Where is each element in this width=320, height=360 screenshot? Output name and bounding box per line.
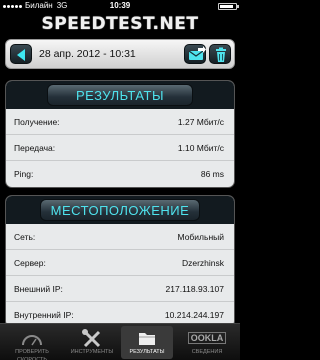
location-panel: МЕСТОПОЛОЖЕНИЕ Сеть: Мобильный Сервер: D… (5, 195, 235, 328)
delete-button[interactable] (209, 44, 231, 64)
result-row-ping: Ping: 86 ms (6, 161, 234, 187)
share-email-button[interactable] (184, 44, 206, 64)
ookla-logo-text: OOKLA (187, 332, 227, 344)
tab-label: ИНСТРУМЕНТЫ (70, 349, 114, 355)
folder-icon (139, 333, 155, 345)
tab-info[interactable]: OOKLA СВЕДЕНИЯ (182, 326, 232, 359)
row-label: Внешний IP: (14, 283, 63, 294)
trash-icon (216, 47, 226, 62)
tools-icon (82, 329, 101, 348)
location-row-server: Сервер: Dzerzhinsk (6, 250, 234, 276)
speedtest-logo: SPEEDTEST.NET (41, 14, 199, 34)
result-row-download: Получение: 1.27 Мбит/с (6, 109, 234, 135)
row-value: 1.10 Мбит/с (177, 142, 224, 153)
result-date-bar: 28 апр. 2012 - 10:31 (5, 39, 235, 69)
row-value: 217.118.93.107 (165, 283, 224, 294)
tab-label: СВЕДЕНИЯ (191, 349, 223, 355)
result-datetime: 28 апр. 2012 - 10:31 (39, 48, 136, 60)
row-value: Мобильный (177, 231, 224, 242)
row-value: 1.27 Мбит/с (177, 116, 224, 127)
tab-bar: ПРОВЕРИТЬ СКОРОСТЬ ИНСТРУМЕНТЫ РЕЗУЛЬТАТ… (0, 323, 240, 360)
location-title: МЕСТОПОЛОЖЕНИЕ (50, 202, 190, 218)
tab-tools[interactable]: ИНСТРУМЕНТЫ (67, 326, 117, 359)
location-row-external-ip: Внешний IP: 217.118.93.107 (6, 276, 234, 302)
results-panel: РЕЗУЛЬТАТЫ Получение: 1.27 Мбит/с Переда… (5, 80, 235, 188)
result-row-upload: Передача: 1.10 Мбит/с (6, 135, 234, 161)
back-button[interactable] (10, 44, 32, 64)
battery-icon (218, 3, 239, 10)
results-header: РЕЗУЛЬТАТЫ (6, 81, 234, 109)
ookla-logo-icon: OOKLA (182, 328, 232, 348)
row-value: Dzerzhinsk (181, 257, 224, 268)
tab-speed-test[interactable]: ПРОВЕРИТЬ СКОРОСТЬ (7, 326, 57, 360)
row-value: 86 ms (200, 169, 224, 179)
row-value: 10.214.244.197 (164, 310, 224, 320)
tab-label: ПРОВЕРИТЬ СКОРОСТЬ (15, 349, 49, 360)
location-header: МЕСТОПОЛОЖЕНИЕ (6, 196, 234, 224)
app-header: SPEEDTEST.NET (0, 12, 240, 37)
tab-results[interactable]: РЕЗУЛЬТАТЫ (121, 326, 173, 359)
row-label: Передача: (14, 142, 56, 153)
row-label: Внутренний IP: (14, 310, 74, 320)
tab-label: РЕЗУЛЬТАТЫ (129, 349, 165, 355)
status-bar: Билайн 3G 10:39 (0, 0, 240, 12)
status-time: 10:39 (109, 1, 131, 10)
row-label: Получение: (14, 116, 60, 127)
results-title: РЕЗУЛЬТАТЫ (76, 87, 164, 103)
envelope-icon (188, 46, 206, 60)
row-label: Сеть: (14, 231, 36, 242)
location-row-network: Сеть: Мобильный (6, 224, 234, 250)
row-label: Ping: (14, 169, 34, 179)
speedometer-icon (22, 335, 42, 346)
row-label: Сервер: (14, 257, 46, 268)
